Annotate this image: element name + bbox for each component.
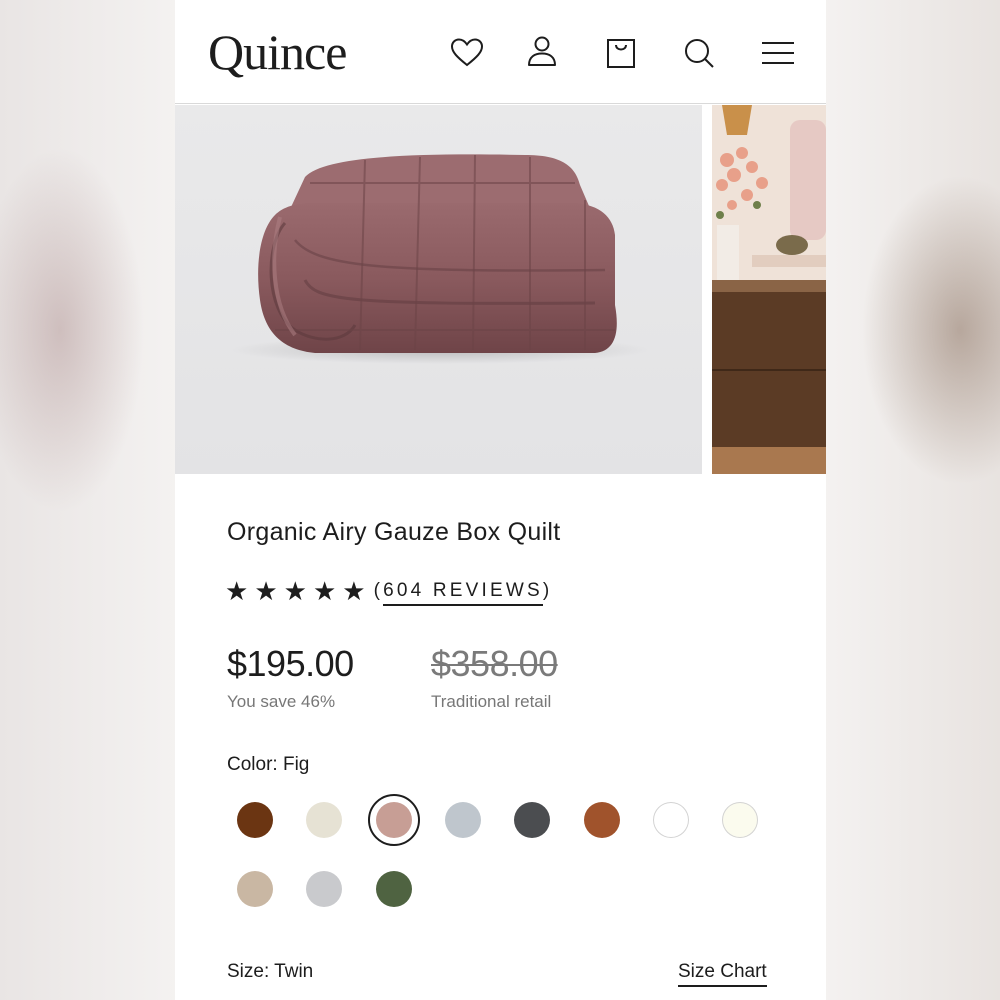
color-swatch[interactable] (514, 802, 551, 838)
color-swatch[interactable] (444, 802, 481, 838)
color-swatch[interactable] (375, 871, 412, 907)
size-chart-link[interactable]: Size Chart (678, 961, 767, 987)
product-image-carousel[interactable] (175, 105, 826, 474)
color-swatch[interactable] (306, 871, 343, 907)
heart-icon[interactable] (447, 33, 487, 73)
size-label: Size: Twin (227, 961, 314, 982)
star-icon: ★ (254, 576, 278, 606)
product-image-lifestyle[interactable] (712, 105, 826, 474)
reviews-open-paren: ( (373, 580, 384, 601)
sale-price: $195.00 (227, 643, 354, 684)
original-price: $358.00 (431, 643, 558, 684)
color-swatch[interactable] (375, 802, 412, 838)
original-price-label: Traditional retail (431, 692, 552, 711)
bag-icon[interactable] (601, 33, 641, 73)
savings-text: You save 46% (227, 692, 336, 711)
color-swatch[interactable] (583, 802, 620, 838)
color-swatch[interactable] (652, 802, 689, 838)
quince-logo[interactable]: Quince (208, 22, 347, 82)
site-header: Quince (175, 0, 826, 104)
rating-row: ★ ★ ★ ★ ★ (604 REVIEWS) (225, 575, 552, 607)
reviews-link[interactable]: (604 REVIEWS) (373, 580, 553, 606)
product-title: Organic Airy Gauze Box Quilt (227, 518, 561, 546)
product-page: Quince Organic Airy Gauze Box Quilt ★ ★ … (175, 0, 826, 1000)
color-swatch[interactable] (722, 802, 759, 838)
color-label: Color: Fig (227, 754, 310, 775)
color-swatch[interactable] (237, 802, 273, 838)
folded-quilt-image (230, 154, 650, 364)
reviews-close-paren: ) (542, 580, 553, 601)
color-swatch[interactable] (306, 802, 343, 838)
user-icon[interactable] (522, 33, 562, 73)
star-icon: ★ (225, 576, 249, 606)
bedroom-scene-image (712, 105, 826, 474)
menu-icon[interactable] (758, 33, 798, 73)
product-image-main[interactable] (175, 105, 702, 474)
color-swatch[interactable] (237, 871, 273, 907)
star-icon: ★ (342, 576, 366, 606)
star-icon: ★ (283, 576, 307, 606)
reviews-count[interactable]: 604 REVIEWS (383, 580, 543, 606)
search-icon[interactable] (679, 33, 719, 73)
star-icon: ★ (312, 576, 337, 606)
